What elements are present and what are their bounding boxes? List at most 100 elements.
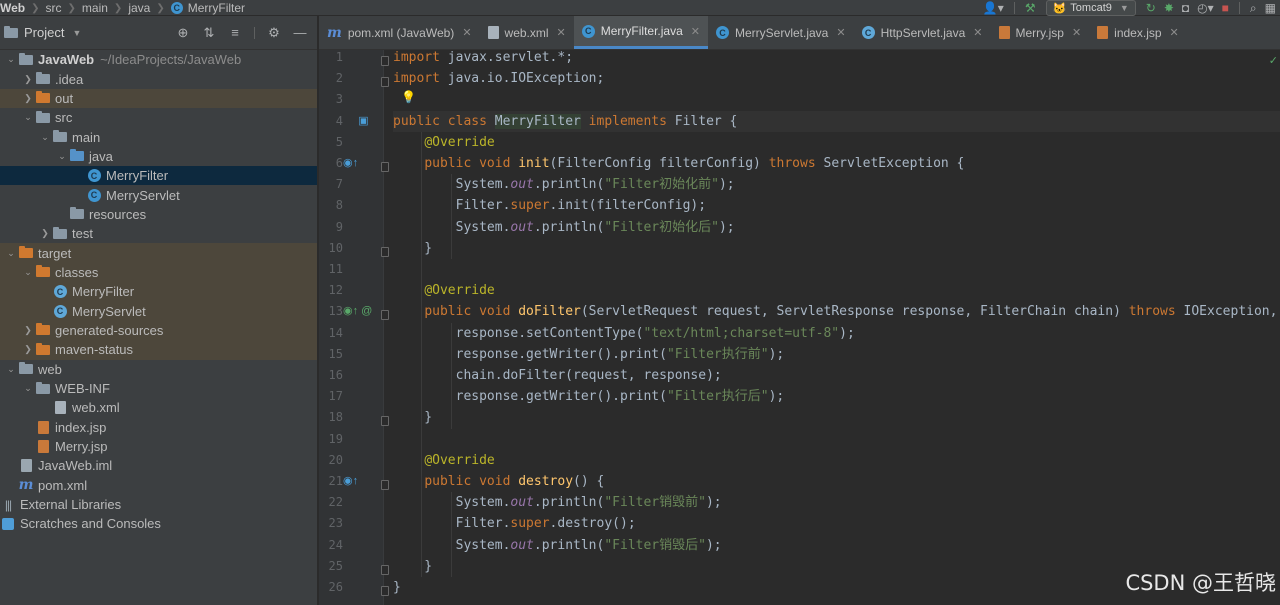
chevron-right-icon[interactable]: ❯ — [38, 228, 52, 239]
tree-item[interactable]: JavaWeb.iml — [0, 456, 317, 475]
chevron-down-icon[interactable]: ⌄ — [21, 112, 35, 123]
hide-panel-icon[interactable]: — — [287, 25, 313, 40]
implements-method-icon[interactable]: ◉↑ @ — [343, 304, 372, 317]
chevron-down-icon[interactable]: ⌄ — [21, 383, 35, 394]
tree-item[interactable]: m pom.xml — [0, 476, 317, 495]
close-icon[interactable]: ✕ — [691, 25, 700, 38]
code-line[interactable]: System.out.println("Filter销毁前"); — [393, 492, 722, 513]
chevron-right-icon[interactable]: ❯ — [21, 93, 35, 104]
chevron-right-icon[interactable]: ❯ — [21, 74, 35, 85]
chevron-right-icon[interactable]: ❯ — [21, 325, 35, 336]
editor-tab[interactable]: C HttpServlet.java ✕ — [854, 16, 991, 49]
intention-bulb-icon[interactable]: 💡 — [401, 90, 416, 104]
editor-tab[interactable]: C MerryServlet.java ✕ — [708, 16, 854, 49]
code-area[interactable]: import javax.servlet.*; import java.io.IO… — [393, 50, 1280, 605]
code-line[interactable]: } — [393, 238, 432, 259]
editor-tab[interactable]: m pom.xml (JavaWeb) ✕ — [319, 16, 480, 49]
debug-bug-icon[interactable]: ✸ — [1164, 0, 1174, 16]
search-icon[interactable]: ⌕ — [1250, 0, 1257, 16]
code-line[interactable]: } — [393, 577, 401, 598]
tree-item[interactable]: C MerryFilter — [0, 166, 317, 186]
editor-tab[interactable]: index.jsp ✕ — [1089, 16, 1187, 49]
chevron-down-icon[interactable]: ⌄ — [4, 364, 18, 375]
tree-item[interactable]: ⌄ classes — [0, 262, 317, 283]
implements-method-icon[interactable]: ◉↑ — [343, 474, 371, 487]
editor-tab[interactable]: web.xml ✕ — [480, 16, 574, 49]
profiler-icon[interactable]: ◴▾ — [1197, 0, 1214, 16]
tree-item[interactable]: C MerryFilter — [0, 282, 317, 302]
gear-icon[interactable]: ⚙ — [261, 25, 287, 41]
close-icon[interactable]: ✕ — [557, 26, 566, 39]
code-line[interactable]: } — [393, 556, 432, 577]
locate-target-icon[interactable]: ⊕ — [170, 25, 196, 41]
tree-item[interactable]: C MerryServlet — [0, 301, 317, 321]
breadcrumb-src[interactable]: src — [46, 1, 62, 15]
ide-settings-icon[interactable]: ▦ — [1265, 0, 1276, 16]
expand-all-icon[interactable]: ⇅ — [196, 25, 222, 41]
collapse-all-icon[interactable]: ≡ — [222, 25, 248, 40]
fold-marker-icon[interactable] — [381, 162, 389, 172]
chevron-down-icon[interactable]: ⌄ — [38, 132, 52, 143]
breadcrumb-main[interactable]: main — [82, 1, 108, 15]
code-line[interactable]: System.out.println("Filter销毁后"); — [393, 535, 722, 556]
code-line[interactable]: public void doFilter(ServletRequest requ… — [393, 301, 1280, 322]
tree-item[interactable]: ⌄ src — [0, 108, 317, 127]
fold-marker-icon[interactable] — [381, 416, 389, 427]
close-icon[interactable]: ✕ — [1072, 26, 1081, 39]
editor-error-stripe[interactable]: ✓ — [1268, 50, 1280, 605]
chevron-down-icon[interactable]: ⌄ — [21, 267, 35, 278]
tree-item[interactable]: ❯ .idea — [0, 69, 317, 88]
editor-tab[interactable]: C MerryFilter.java ✕ — [573, 16, 708, 49]
code-line[interactable]: @Override — [393, 280, 494, 301]
breadcrumb-project[interactable]: Web — [0, 1, 25, 15]
close-icon[interactable]: ✕ — [836, 26, 845, 39]
tree-item[interactable]: ⌄ target — [0, 243, 317, 263]
implemented-interface-icon[interactable]: ▣ — [343, 114, 371, 127]
tree-item[interactable]: resources — [0, 205, 317, 224]
tree-item[interactable]: ❯ generated-sources — [0, 320, 317, 341]
fold-marker-icon[interactable] — [381, 586, 389, 596]
fold-marker-icon[interactable] — [381, 77, 389, 88]
code-line[interactable]: public void init(FilterConfig filterConf… — [393, 153, 964, 174]
tree-item[interactable]: ⌄ WEB-INF — [0, 379, 317, 398]
tree-item[interactable]: C MerryServlet — [0, 185, 317, 204]
close-icon[interactable]: ✕ — [973, 26, 982, 39]
tree-item[interactable]: ⌄ web — [0, 360, 317, 379]
chevron-right-icon[interactable]: ❯ — [21, 344, 35, 355]
run-configuration-select[interactable]: 🐱 Tomcat9 ▼ — [1045, 0, 1136, 16]
code-line[interactable]: response.setContentType("text/html;chars… — [393, 323, 855, 344]
editor-tab[interactable]: Merry.jsp ✕ — [991, 16, 1090, 49]
user-icon[interactable]: 👤▾ — [983, 0, 1004, 16]
breadcrumb-class[interactable]: C MerryFilter — [170, 1, 245, 15]
fold-marker-icon[interactable] — [381, 56, 389, 66]
code-line[interactable]: Filter.super.init(filterConfig); — [393, 195, 706, 216]
rerun-icon[interactable]: ↻ — [1146, 0, 1156, 16]
code-editor[interactable]: 1 2 3 4 5 6 7 8 9 10 11 12 13 14 15 16 17 18 19 20 21 22 23 24 2… — [319, 50, 1280, 605]
chevron-down-icon[interactable]: ⌄ — [4, 248, 18, 259]
code-line[interactable]: System.out.println("Filter初始化后"); — [393, 217, 735, 238]
tree-item[interactable]: ❯ test — [0, 224, 317, 243]
tree-item[interactable]: ⌄ JavaWeb ~/IdeaProjects/JavaWeb — [0, 50, 317, 69]
code-line[interactable]: Filter.super.destroy(); — [393, 513, 636, 534]
tree-item[interactable]: Merry.jsp — [0, 437, 317, 456]
code-line[interactable]: @Override — [393, 450, 494, 471]
tree-item[interactable]: ❯ maven-status — [0, 340, 317, 360]
tree-item[interactable]: ⌄ main — [0, 127, 317, 146]
fold-marker-icon[interactable] — [381, 480, 389, 490]
code-line[interactable]: @Override — [393, 132, 494, 153]
fold-marker-icon[interactable] — [381, 310, 389, 321]
breadcrumb-java[interactable]: java — [128, 1, 150, 15]
tree-item[interactable]: web.xml — [0, 398, 317, 417]
tree-item[interactable]: ||| External Libraries — [0, 495, 317, 514]
code-line[interactable]: chain.doFilter(request, response); — [393, 365, 722, 386]
inspection-ok-check-icon[interactable]: ✓ — [1269, 54, 1278, 67]
code-line[interactable]: System.out.println("Filter初始化前"); — [393, 174, 735, 195]
build-hammer-icon[interactable]: ⚒ — [1025, 0, 1036, 16]
code-line[interactable]: public void destroy() { — [393, 471, 604, 492]
fold-marker-icon[interactable] — [381, 564, 389, 575]
coverage-shield-icon[interactable]: ◘ — [1182, 0, 1189, 16]
chevron-down-icon[interactable]: ⌄ — [4, 54, 18, 65]
tree-item[interactable]: Scratches and Consoles — [0, 514, 317, 533]
project-view-selector[interactable]: Project ▼ — [4, 25, 81, 40]
close-icon[interactable]: ✕ — [462, 26, 471, 39]
